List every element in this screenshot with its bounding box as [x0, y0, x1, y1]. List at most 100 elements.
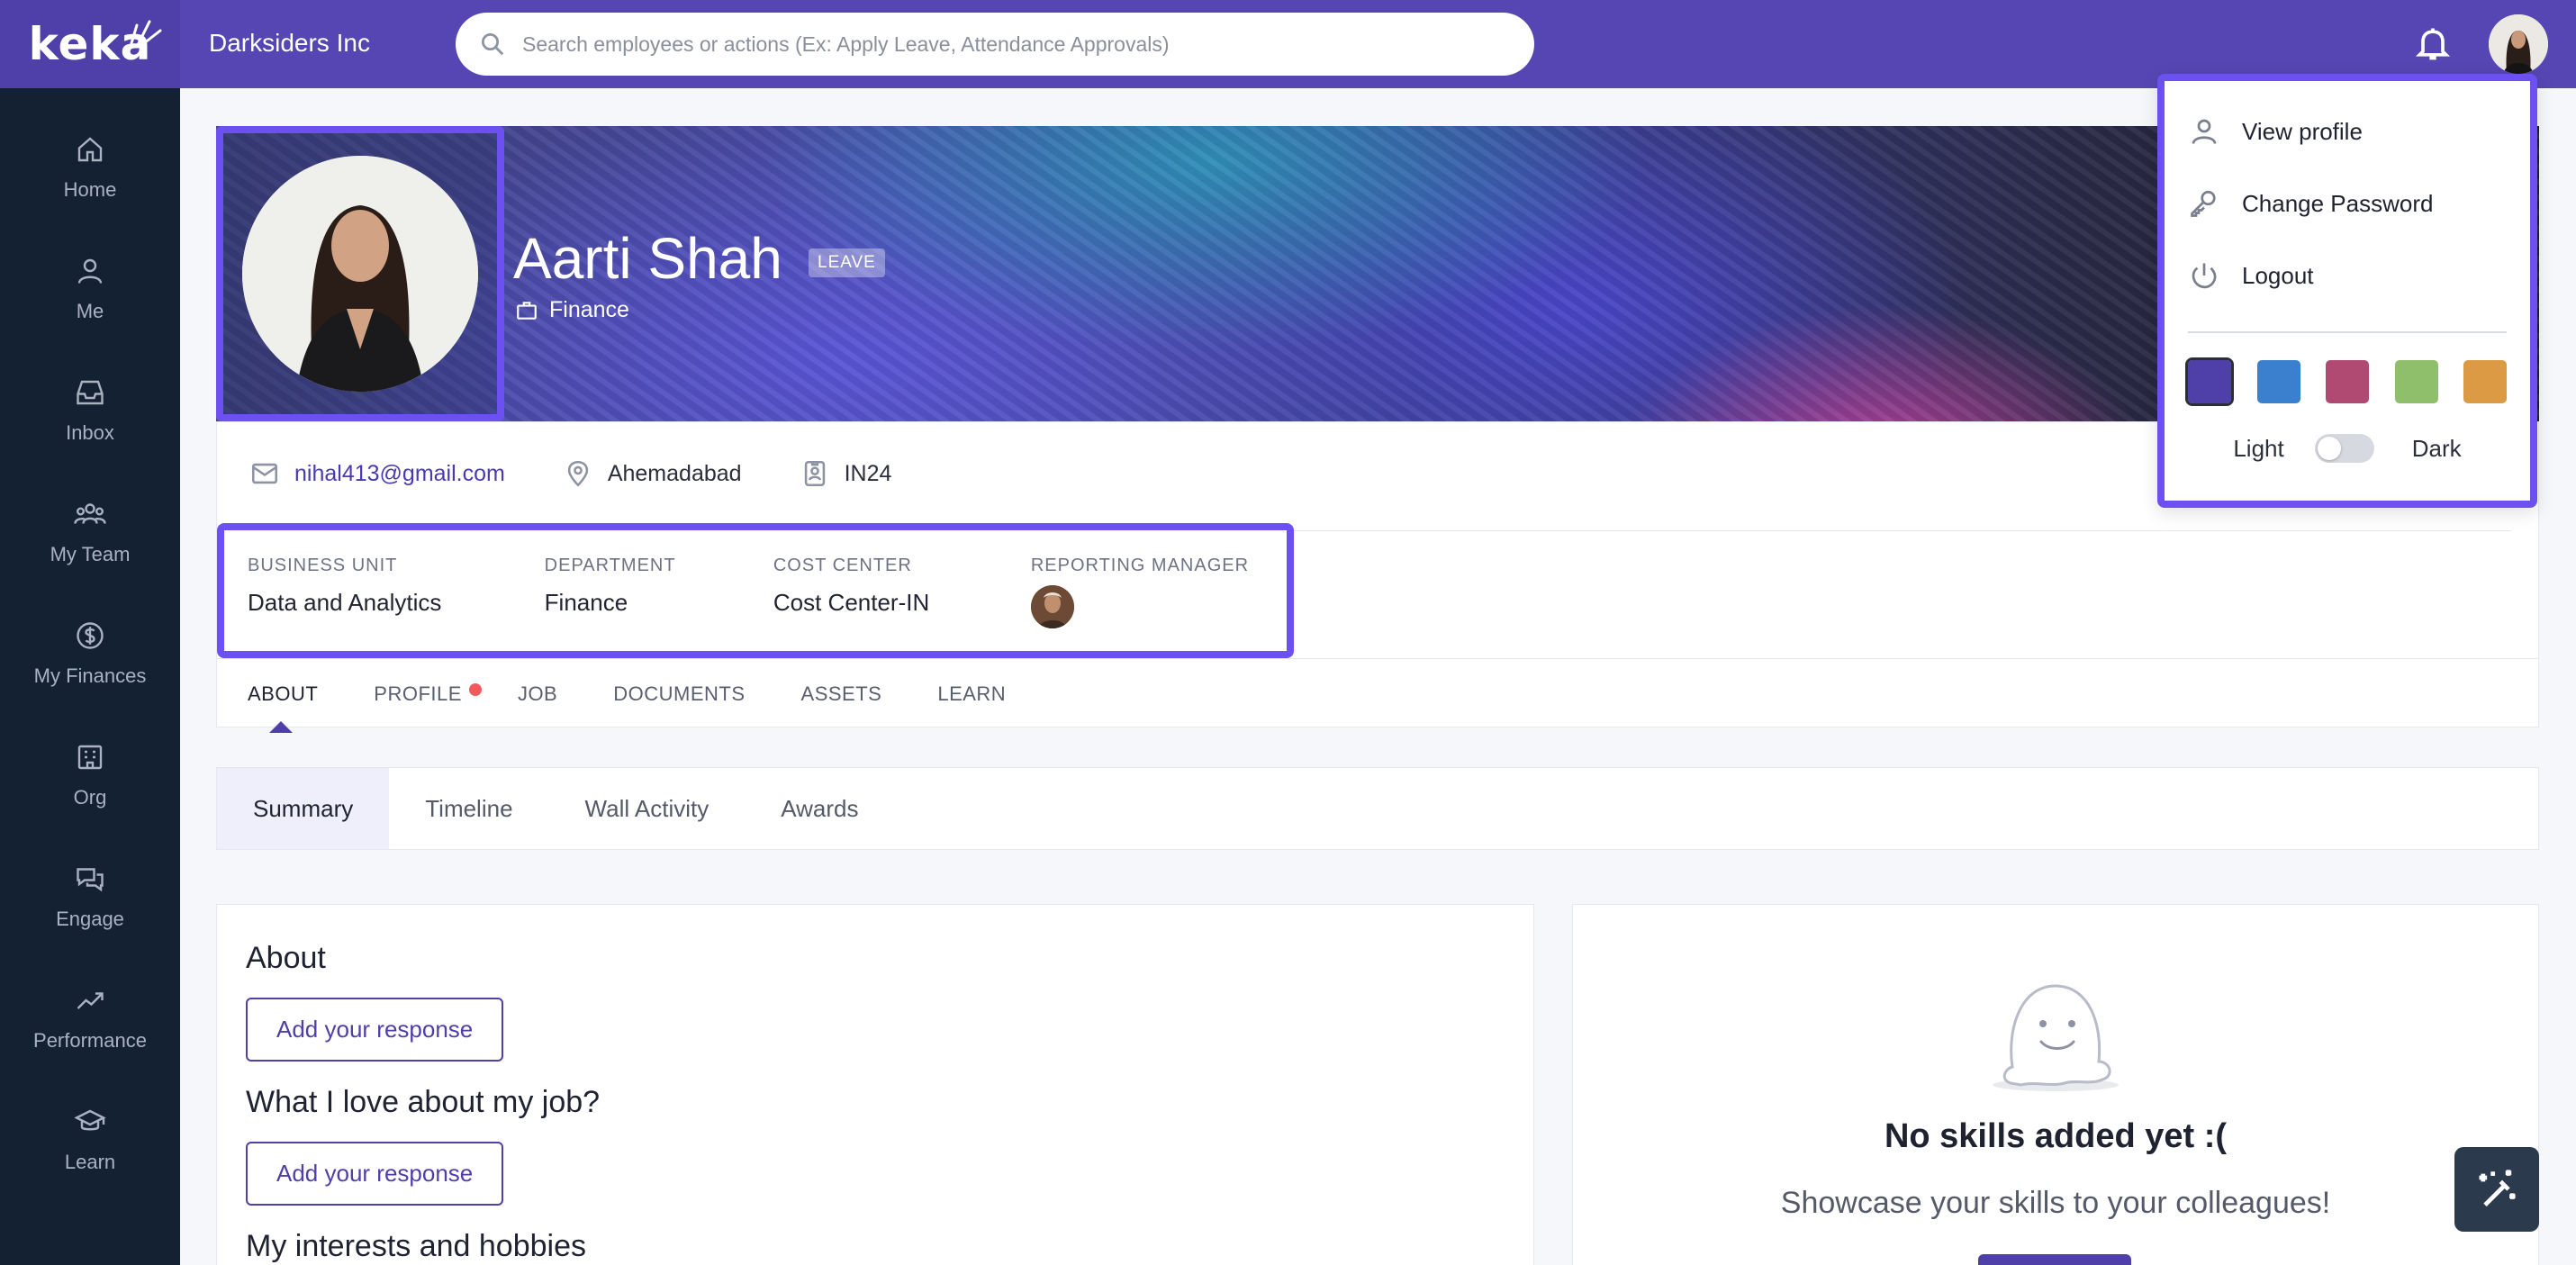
magic-wand-icon [2479, 1170, 2516, 1207]
location-info: Ahemadabad [563, 458, 742, 489]
sidebar-item-engage[interactable]: Engage [0, 836, 180, 957]
key-icon [2191, 190, 2216, 217]
add-skills-button[interactable] [1978, 1254, 2131, 1265]
add-love-job-response-button[interactable]: Add your response [246, 1142, 504, 1206]
sidebar-item-label: Inbox [66, 420, 114, 444]
subtab-awards[interactable]: Awards [745, 768, 894, 849]
theme-swatch-green[interactable] [2394, 360, 2438, 403]
sidebar-item-performance[interactable]: Performance [0, 957, 180, 1079]
trend-icon [77, 991, 104, 1009]
power-icon [2192, 263, 2217, 289]
reporting-manager-label: REPORTING MANAGER [1030, 556, 1250, 575]
theme-mode-row: Light Dark [2188, 434, 2507, 463]
search-input[interactable] [522, 32, 1513, 57]
no-skills-subtitle: Showcase your skills to your colleagues! [1780, 1186, 2331, 1220]
sidebar-item-my-team[interactable]: My Team [0, 471, 180, 592]
avatar-image [2489, 14, 2548, 74]
search-icon [482, 33, 504, 56]
notifications-button[interactable] [2413, 23, 2453, 63]
manager-avatar-image [1030, 585, 1074, 628]
sidebar-item-label: Me [76, 299, 104, 322]
home-icon [77, 136, 103, 161]
department-field: DEPARTMENT Finance [545, 556, 773, 626]
employee-name: Aarti Shah [513, 226, 782, 291]
profile-photo-image [242, 156, 478, 392]
keka-logo[interactable]: keka [0, 0, 180, 88]
search-bar[interactable] [456, 13, 1534, 76]
light-mode-label: Light [2233, 434, 2284, 462]
sidebar-item-label: Org [73, 785, 107, 809]
contact-row: nihal413@gmail.com Ahemadabad IN24 [249, 458, 949, 489]
change-password-label: Change Password [2242, 189, 2434, 217]
theme-swatch-blue[interactable] [2256, 360, 2300, 403]
theme-color-swatches [2185, 357, 2507, 406]
view-profile-label: View profile [2242, 117, 2363, 145]
department-value: Finance [544, 589, 628, 616]
sidebar-item-label: Home [63, 177, 117, 201]
sidebar-item-me[interactable]: Me [0, 228, 180, 349]
theme-swatch-orange[interactable] [2463, 360, 2507, 403]
no-skills-title: No skills added yet :( [1884, 1117, 2228, 1155]
cost-center-value: Cost Center-IN [773, 589, 930, 616]
tab-profile[interactable]: PROFILE [374, 682, 482, 706]
theme-swatch-pink[interactable] [2326, 360, 2369, 403]
chat-icon [77, 867, 104, 891]
sidebar-item-label: My Team [50, 542, 131, 565]
profile-dropdown-menu: View profile Change Password Logout Ligh… [2157, 74, 2537, 508]
company-name: Darksiders Inc [209, 29, 370, 57]
notification-dot [468, 682, 482, 696]
user-icon [2192, 119, 2217, 144]
dark-mode-toggle[interactable] [2314, 434, 2374, 463]
bell-icon [2415, 28, 2451, 60]
team-icon [74, 502, 106, 524]
sidebar-item-label: Learn [64, 1150, 116, 1173]
cost-center-label: COST CENTER [773, 556, 912, 575]
tab-about[interactable]: ABOUT [248, 682, 318, 733]
theme-swatch-purple[interactable] [2185, 357, 2234, 406]
change-password-menu-item[interactable]: Change Password [2188, 167, 2507, 239]
email-link[interactable]: nihal413@gmail.com [249, 458, 505, 489]
id-badge-icon [804, 460, 825, 487]
tab-profile-label: PROFILE [374, 682, 462, 705]
sidebar-item-my-finances[interactable]: My Finances [0, 592, 180, 714]
user-icon [77, 258, 103, 284]
view-profile-menu-item[interactable]: View profile [2188, 95, 2507, 167]
sidebar: keka Home Me Inbox My Team My Finances O… [0, 0, 180, 1265]
about-subtabs: Summary Timeline Wall Activity Awards [216, 767, 2539, 850]
graduation-cap-icon [74, 1109, 106, 1130]
sidebar-item-learn[interactable]: Learn [0, 1079, 180, 1200]
subtab-timeline[interactable]: Timeline [389, 768, 548, 849]
profile-photo-frame[interactable] [216, 126, 504, 421]
love-job-heading: What I love about my job? [246, 1085, 601, 1119]
email-text: nihal413@gmail.com [294, 460, 505, 486]
tab-assets[interactable]: ASSETS [801, 682, 882, 706]
profile-tabs: ABOUT PROFILE JOB DOCUMENTS ASSETS LEARN [217, 658, 2538, 733]
profile-photo [242, 156, 478, 392]
business-unit-label: BUSINESS UNIT [248, 556, 398, 575]
inbox-icon [77, 380, 104, 404]
hobbies-heading: My interests and hobbies [246, 1229, 586, 1263]
business-unit-value: Data and Analytics [248, 589, 442, 616]
sidebar-item-org[interactable]: Org [0, 714, 180, 836]
logout-menu-item[interactable]: Logout [2188, 239, 2507, 312]
about-card: About Add your response What I love abou… [216, 904, 1534, 1265]
employee-department: Finance [515, 297, 629, 323]
tab-learn[interactable]: LEARN [937, 682, 1006, 706]
add-about-response-button[interactable]: Add your response [246, 998, 504, 1062]
reporting-manager-avatar[interactable] [1030, 585, 1074, 628]
sidebar-item-inbox[interactable]: Inbox [0, 349, 180, 471]
sidebar-item-home[interactable]: Home [0, 106, 180, 228]
tab-documents[interactable]: DOCUMENTS [613, 682, 745, 706]
business-unit-field: BUSINESS UNIT Data and Analytics [248, 556, 545, 626]
magic-assistant-button[interactable] [2454, 1147, 2539, 1232]
subtab-wall-activity[interactable]: Wall Activity [549, 768, 746, 849]
dollar-icon [77, 621, 104, 649]
employee-id-info: IN24 [800, 458, 891, 489]
briefcase-icon [517, 301, 537, 320]
subtab-summary[interactable]: Summary [217, 768, 390, 849]
tab-job[interactable]: JOB [518, 682, 557, 706]
user-avatar-button[interactable] [2489, 14, 2548, 74]
logo-spark-icon [130, 20, 162, 45]
department-label: Finance [549, 297, 629, 322]
reporting-manager-field: REPORTING MANAGER [1030, 556, 1263, 628]
